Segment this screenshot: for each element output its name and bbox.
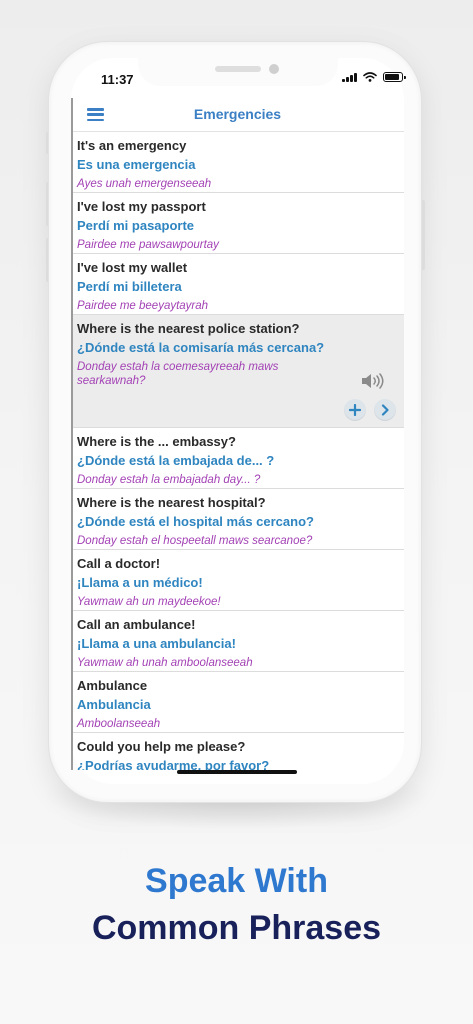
phrase-pronunciation: Pairdee me pawsawpourtay [77, 239, 219, 251]
phrase-row[interactable]: I've lost my passport Perdí mi pasaporte… [71, 193, 404, 254]
signal-icon [342, 72, 357, 82]
phrase-row[interactable]: It's an emergency Es una emergencia Ayes… [71, 132, 404, 193]
page-title: Emergencies [193, 106, 282, 122]
status-icons [342, 72, 406, 82]
phrase-row[interactable]: Where is the nearest hospital? ¿Dónde es… [71, 489, 404, 550]
phrase-pronunciation: Donday estah la coemesayreeah maws seark… [77, 361, 279, 387]
phrase-pronunciation: Yawmaw ah un maydeekoe! [77, 596, 221, 608]
promo-headline-line2: Common Phrases [91, 909, 382, 947]
phrase-spanish: Perdí mi billetera [77, 279, 182, 294]
phrase-pronunciation: Pairdee me beeyaytayrah [77, 300, 209, 312]
power-button [421, 200, 425, 270]
chevron-right-icon [381, 404, 389, 416]
phrase-list[interactable]: It's an emergency Es una emergencia Ayes… [71, 132, 404, 770]
phrase-english: Ambulance [77, 678, 148, 693]
app-left-border [71, 98, 73, 770]
phrase-english: I've lost my passport [77, 199, 206, 214]
phrase-row[interactable]: Call a doctor! ¡Llama a un médico! Yawma… [71, 550, 404, 611]
promo-headline-line1: Speak With [145, 862, 328, 900]
phrase-row[interactable]: Call an ambulance! ¡Llama a una ambulanc… [71, 611, 404, 672]
battery-icon [382, 72, 406, 82]
phrase-row[interactable]: I've lost my wallet Perdí mi billetera P… [71, 254, 404, 315]
phrase-spanish: ¿Dónde está la embajada de... ? [77, 453, 275, 468]
phrase-pronunciation: Donday estah el hospeetall maws searcano… [77, 535, 313, 547]
phrase-spanish: ¿Dónde está la comisaría más cercana? [77, 340, 325, 355]
plus-icon [349, 404, 361, 416]
phrase-english: I've lost my wallet [77, 260, 188, 275]
navbar: Emergencies [71, 98, 404, 132]
phrase-pronunciation: Amboolanseeah [77, 718, 161, 730]
row-actions [344, 399, 396, 421]
phrase-pronunciation: Donday estah la embajadah day... ? [77, 474, 261, 486]
phrase-row[interactable]: Where is the ... embassy? ¿Dónde está la… [71, 428, 404, 489]
phrase-spanish: ¿Dónde está el hospital más cercano? [77, 514, 314, 529]
next-phrase-button[interactable] [374, 399, 396, 421]
phrase-row[interactable]: Could you help me please? ¿Podrías ayuda… [71, 733, 404, 770]
phrase-english: Where is the ... embassy? [77, 434, 236, 449]
phrase-english: Where is the nearest hospital? [77, 495, 266, 510]
status-time: 11:37 [101, 72, 134, 87]
phrase-spanish: Es una emergencia [77, 157, 196, 172]
home-indicator[interactable] [177, 770, 297, 774]
phrase-english: Call a doctor! [77, 556, 161, 571]
phrase-spanish: ¡Llama a un médico! [77, 575, 203, 590]
phrase-spanish: ¡Llama a una ambulancia! [77, 636, 236, 651]
wifi-icon [362, 72, 377, 82]
phrase-english: It's an emergency [77, 138, 187, 153]
phrase-spanish: ¿Podrías ayudarme, por favor? [77, 758, 270, 770]
phrase-english: Could you help me please? [77, 739, 246, 754]
phrase-row[interactable]: Ambulance Ambulancia Amboolanseeah [71, 672, 404, 733]
phrase-pronunciation: Yawmaw ah unah amboolanseeah [77, 657, 253, 669]
speaker-icon[interactable] [360, 372, 386, 390]
phrase-row-expanded[interactable]: Where is the nearest police station? ¿Dó… [71, 315, 404, 428]
front-camera [269, 64, 279, 74]
phrase-spanish: Ambulancia [77, 697, 151, 712]
app-content: Emergencies It's an emergency Es una eme… [71, 98, 404, 770]
phrase-spanish: Perdí mi pasaporte [77, 218, 195, 233]
add-phrase-button[interactable] [344, 399, 366, 421]
phrase-english: Call an ambulance! [77, 617, 196, 632]
phrase-pronunciation: Ayes unah emergenseeah [77, 178, 212, 190]
earpiece-speaker [215, 66, 261, 72]
phrase-english: Where is the nearest police station? [77, 321, 300, 336]
